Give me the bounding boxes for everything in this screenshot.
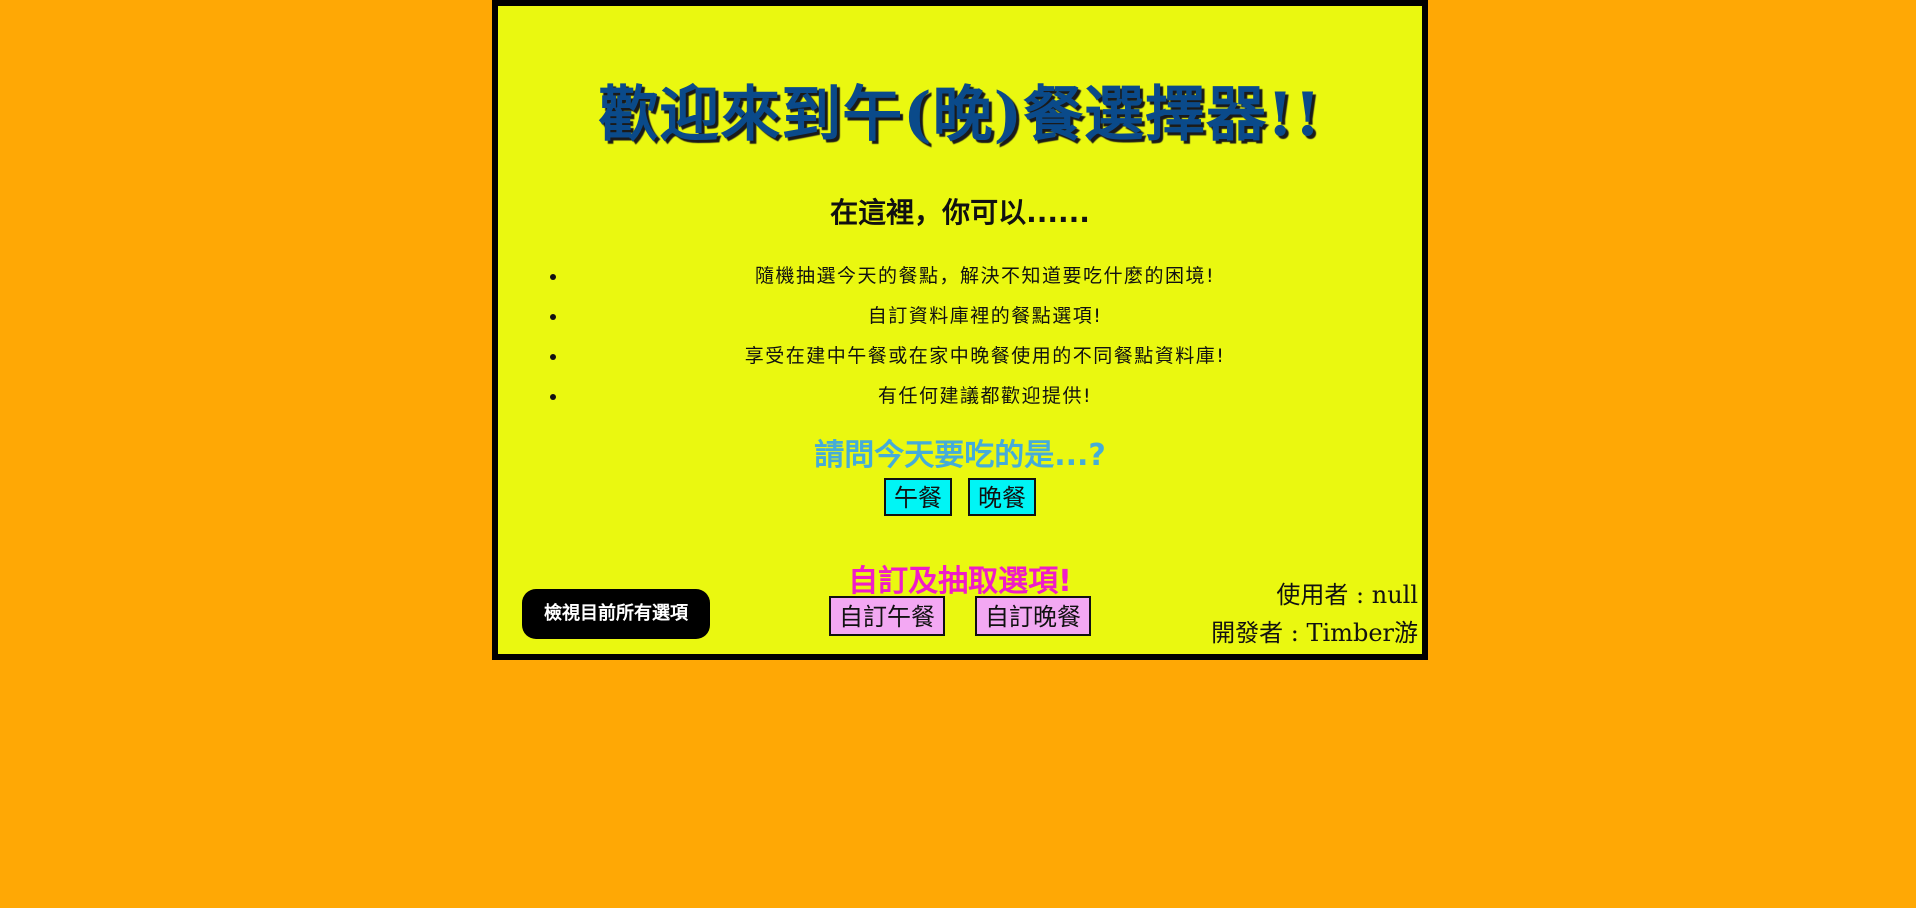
feature-item-suggestions: 有任何建議都歡迎提供! bbox=[568, 376, 1402, 416]
info-block: 使用者 : null 開發者 : Timber游 bbox=[1211, 576, 1418, 652]
feature-item-custom-database: 自訂資料庫裡的餐點選項! bbox=[568, 296, 1402, 336]
custom-lunch-button[interactable]: 自訂午餐 bbox=[829, 596, 945, 636]
developer-label: 開發者 : Timber游 bbox=[1211, 619, 1418, 647]
dinner-button[interactable]: 晚餐 bbox=[968, 478, 1036, 516]
view-all-options-button[interactable]: 檢視目前所有選項 bbox=[522, 589, 710, 639]
feature-list: 隨機抽選今天的餐點，解決不知道要吃什麼的困境! 自訂資料庫裡的餐點選項! 享受在… bbox=[558, 256, 1402, 416]
user-label: 使用者 : null bbox=[1276, 581, 1418, 609]
page-subtitle: 在這裡，你可以...... bbox=[830, 196, 1090, 229]
main-panel: 歡迎來到午(晚)餐選擇器!! 在這裡，你可以...... 隨機抽選今天的餐點，解… bbox=[492, 0, 1428, 660]
feature-item-random-pick: 隨機抽選今天的餐點，解決不知道要吃什麼的困境! bbox=[568, 256, 1402, 296]
page-title: 歡迎來到午(晚)餐選擇器!! bbox=[598, 80, 1322, 150]
meal-button-row: 午餐 晚餐 bbox=[498, 478, 1422, 516]
lunch-button[interactable]: 午餐 bbox=[884, 478, 952, 516]
meal-question: 請問今天要吃的是...? bbox=[814, 438, 1106, 473]
custom-dinner-button[interactable]: 自訂晚餐 bbox=[975, 596, 1091, 636]
feature-item-separate-databases: 享受在建中午餐或在家中晚餐使用的不同餐點資料庫! bbox=[568, 336, 1402, 376]
